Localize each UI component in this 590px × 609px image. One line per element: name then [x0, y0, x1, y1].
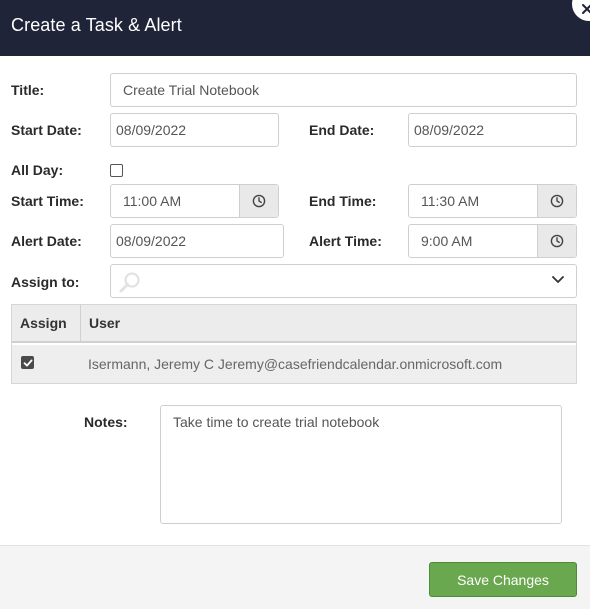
end-date-value: 08/09/2022	[414, 122, 485, 138]
all-day-label: All Day:	[11, 162, 64, 178]
end-time-value: 11:30 AM	[421, 193, 480, 209]
column-header-assign[interactable]: Assign	[20, 315, 67, 331]
search-icon	[119, 272, 140, 293]
end-time-label: End Time:	[309, 193, 377, 209]
title-input[interactable]: Create Trial Notebook	[110, 73, 577, 107]
alert-date-label: Alert Date:	[11, 233, 82, 249]
start-date-label: Start Date:	[11, 122, 82, 138]
alert-time-clock-button[interactable]	[537, 225, 576, 257]
assign-table: Assign User Isermann, Jeremy C Jeremy@ca…	[11, 304, 577, 384]
alert-time-value: 9:00 AM	[421, 233, 473, 249]
alert-date-input[interactable]: 08/09/2022	[110, 224, 284, 258]
end-time-input[interactable]: 11:30 AM	[408, 184, 577, 218]
notes-textarea[interactable]: Take time to create trial notebook	[160, 405, 562, 524]
dialog-header: Create a Task & Alert	[0, 0, 590, 56]
row-user: Isermann, Jeremy C Jeremy@casefriendcale…	[88, 356, 503, 372]
title-input-value: Create Trial Notebook	[123, 82, 260, 98]
assign-to-select[interactable]	[110, 264, 577, 298]
all-day-checkbox[interactable]	[110, 164, 123, 177]
clock-icon	[252, 194, 266, 208]
end-date-label: End Date:	[309, 122, 375, 138]
chevron-down-icon[interactable]	[552, 276, 564, 284]
table-row[interactable]: Isermann, Jeremy C Jeremy@casefriendcale…	[12, 345, 576, 383]
alert-time-input[interactable]: 9:00 AM	[408, 224, 577, 258]
clock-icon	[550, 194, 564, 208]
title-label: Title:	[11, 82, 45, 98]
save-changes-button[interactable]: Save Changes	[429, 562, 577, 597]
dialog-title: Create a Task & Alert	[11, 15, 182, 35]
end-date-input[interactable]: 08/09/2022	[408, 113, 577, 147]
close-icon	[582, 4, 590, 14]
start-time-input[interactable]: 11:00 AM	[110, 184, 279, 218]
clock-icon	[550, 234, 564, 248]
start-date-value: 08/09/2022	[116, 122, 187, 138]
alert-time-label: Alert Time:	[309, 233, 382, 249]
start-date-input[interactable]: 08/09/2022	[110, 113, 279, 147]
assign-to-label: Assign to:	[11, 274, 80, 290]
column-divider	[80, 305, 81, 343]
notes-label: Notes:	[84, 414, 128, 430]
start-time-clock-button[interactable]	[239, 185, 278, 217]
table-header: Assign User	[12, 305, 576, 343]
check-icon	[23, 359, 32, 366]
column-header-user[interactable]: User	[89, 315, 120, 331]
start-time-label: Start Time:	[11, 193, 84, 209]
start-time-value: 11:00 AM	[123, 193, 182, 209]
alert-date-value: 08/09/2022	[116, 233, 187, 249]
end-time-clock-button[interactable]	[537, 185, 576, 217]
row-assign-checkbox[interactable]	[21, 356, 34, 369]
